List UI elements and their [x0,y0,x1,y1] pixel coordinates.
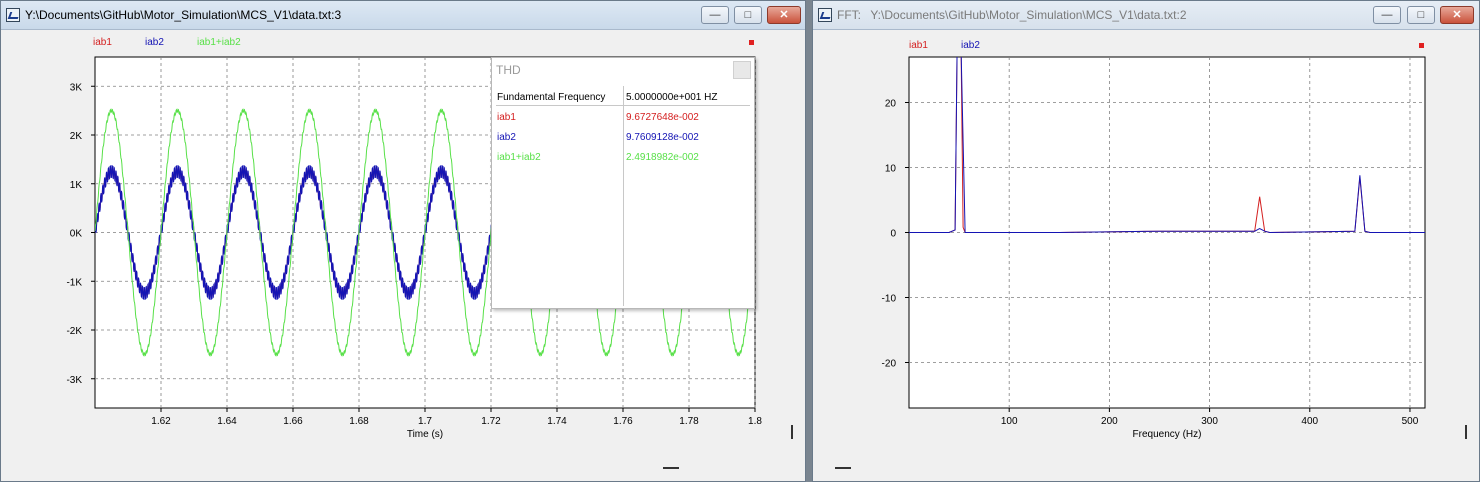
x-tick-label: 200 [1101,416,1118,427]
x-tick-label: 300 [1201,416,1218,427]
x-tick-label: 100 [1001,416,1018,427]
time-plot-window: Y:\Documents\GitHub\Motor_Simulation\MCS… [0,0,806,482]
legend-entry-iab1-plus-iab2: iab1+iab2 [197,37,241,48]
thd-label-iab1-plus-iab2: iab1+iab2 [497,152,541,163]
thd-column-divider [623,86,624,306]
vertical-scroll-handle[interactable] [1465,425,1467,439]
thd-label-fundamental: Fundamental Frequency [497,92,606,103]
x-tick-label: 1.66 [283,416,303,427]
x-tick-label: 400 [1301,416,1318,427]
thd-title: THD [496,63,521,77]
y-tick-label: 0K [70,229,83,240]
x-tick-label: 1.8 [748,416,762,427]
y-tick-label: -1K [66,277,82,288]
horizontal-scroll-handle[interactable] [663,467,679,469]
x-axis-label: Frequency (Hz) [1133,429,1202,440]
fft-plot-window: FFT: Y:\Documents\GitHub\Motor_Simulatio… [812,0,1480,482]
x-tick-label: 1.7 [418,416,432,427]
x-tick-label: 1.62 [151,416,171,427]
thd-label-iab1: iab1 [497,112,516,123]
thd-close-button[interactable] [733,61,751,79]
x-tick-label: 1.68 [349,416,369,427]
y-tick-label: -20 [882,359,897,370]
thd-label-iab2: iab2 [497,132,516,143]
thd-header-divider [496,105,750,106]
legend-toggle-marker [1419,43,1424,48]
x-tick-label: 1.72 [481,416,501,427]
vertical-scroll-handle[interactable] [791,425,793,439]
x-tick-label: 500 [1402,416,1419,427]
y-tick-label: 2K [70,131,83,142]
y-tick-label: 0 [890,229,896,240]
x-tick-label: 1.76 [613,416,633,427]
thd-value-iab2: 9.7609128e-002 [626,132,699,143]
x-tick-label: 1.78 [679,416,699,427]
legend-entry-iab2: iab2 [961,40,980,51]
legend-entry-iab1: iab1 [909,40,928,51]
y-tick-label: -3K [66,375,82,386]
thd-value-iab1: 9.6727648e-002 [626,112,699,123]
x-tick-label: 1.74 [547,416,567,427]
y-tick-label: 1K [70,180,83,191]
x-tick-label: 1.64 [217,416,237,427]
horizontal-scroll-handle[interactable] [835,467,851,469]
y-tick-label: -10 [882,294,897,305]
legend-entry-iab2: iab2 [145,37,164,48]
y-tick-label: 20 [885,99,897,110]
y-tick-label: 10 [885,164,897,175]
y-tick-label: -2K [66,326,82,337]
thd-value-iab1-plus-iab2: 2.4918982e-002 [626,152,699,163]
thd-panel: THD Fundamental Frequency 5.0000000e+001… [491,57,755,309]
legend-entry-iab1: iab1 [93,37,112,48]
y-tick-label: 3K [70,82,83,93]
legend-toggle-marker [749,40,754,45]
x-axis-label: Time (s) [407,429,443,440]
fft-chart[interactable]: 100 200 300 400 50020100-10-20Frequency (Hz)… [813,1,1479,461]
thd-value-fundamental: 5.0000000e+001 HZ [626,92,718,103]
